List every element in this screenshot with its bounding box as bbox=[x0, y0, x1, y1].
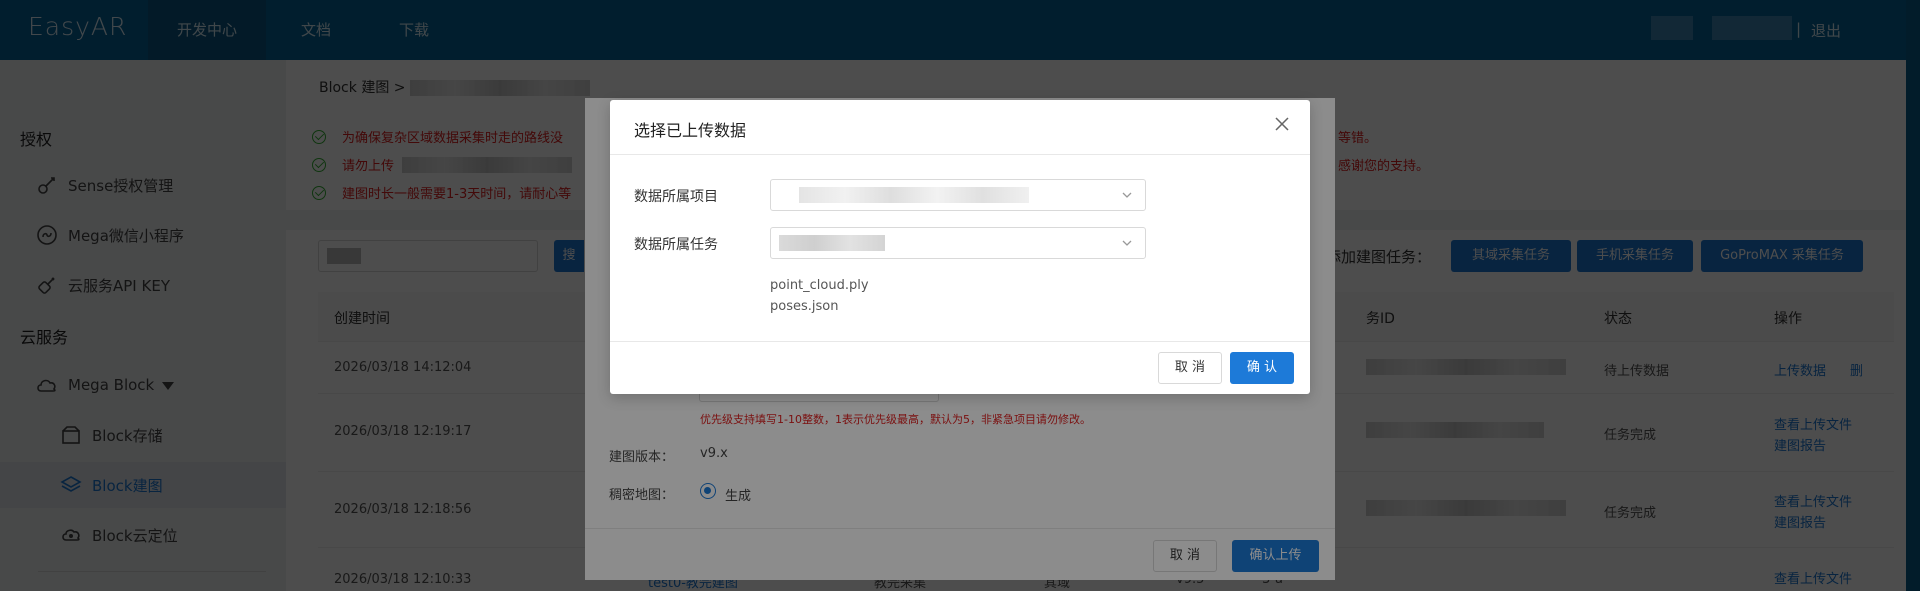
cancel-button[interactable]: 取 消 bbox=[1158, 352, 1222, 384]
project-label: 数据所属项目 bbox=[634, 189, 718, 205]
dialog-header-divider bbox=[610, 154, 1310, 155]
file-item: poses.json bbox=[770, 299, 839, 314]
confirm-button[interactable]: 确 认 bbox=[1230, 352, 1294, 384]
dialog-title: 选择已上传数据 bbox=[634, 121, 747, 140]
file-item: point_cloud.ply bbox=[770, 278, 869, 293]
task-label: 数据所属任务 bbox=[634, 237, 718, 253]
close-button[interactable] bbox=[1270, 114, 1294, 138]
close-icon bbox=[1275, 117, 1289, 135]
select-uploaded-data-dialog: 选择已上传数据 数据所属项目 数据所属任务 point_cloud.ply po… bbox=[610, 100, 1310, 394]
task-select[interactable] bbox=[770, 227, 1146, 259]
project-select[interactable] bbox=[770, 179, 1146, 211]
chevron-down-icon bbox=[1121, 237, 1133, 253]
dialog-footer-divider bbox=[610, 341, 1310, 342]
task-value-masked bbox=[779, 235, 885, 251]
chevron-down-icon bbox=[1121, 189, 1133, 205]
project-value-masked bbox=[799, 187, 1029, 203]
